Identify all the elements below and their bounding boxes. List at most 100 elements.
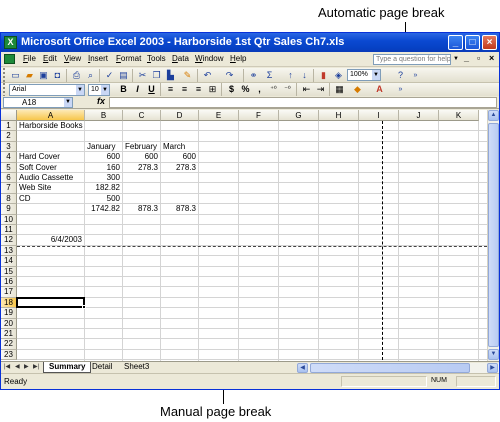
menu-help[interactable]: Help <box>230 54 246 63</box>
chart-wizard-icon[interactable]: ▮ <box>317 69 330 82</box>
cell-d3[interactable]: March <box>163 142 185 152</box>
row-header-7[interactable]: 7 <box>1 183 17 194</box>
cell-b9[interactable]: 1742.82 <box>85 204 120 214</box>
cell-b5[interactable]: 160 <box>85 163 120 173</box>
currency-button[interactable]: $ <box>225 83 238 96</box>
row-header-20[interactable]: 20 <box>1 318 17 329</box>
format-painter-icon[interactable]: ✎ <box>181 69 194 82</box>
row-header-1[interactable]: 1 <box>1 121 17 132</box>
cut-icon[interactable]: ✂ <box>136 69 149 82</box>
fill-handle[interactable] <box>82 305 86 310</box>
cell-c3[interactable]: February <box>125 142 157 152</box>
underline-button[interactable]: U <box>145 83 158 96</box>
cell-a4[interactable]: Hard Cover <box>19 152 60 162</box>
ask-question-box[interactable]: Type a question for help <box>373 54 451 65</box>
cell-c5[interactable]: 278.3 <box>123 163 158 173</box>
menu-tools[interactable]: Tools <box>147 54 166 63</box>
column-header-d[interactable]: D <box>161 110 199 121</box>
font-color-icon[interactable]: A <box>373 83 386 96</box>
sheet-tab-detail[interactable]: Detail <box>87 362 117 373</box>
cell-a8[interactable]: CD <box>19 194 31 204</box>
autosum-icon[interactable]: Σ <box>263 69 276 82</box>
close-button[interactable]: × <box>482 35 497 50</box>
research-icon[interactable]: ▤ <box>117 69 130 82</box>
row-header-2[interactable]: 2 <box>1 131 17 142</box>
menu-data[interactable]: Data <box>172 54 189 63</box>
decrease-indent-icon[interactable]: ⇤ <box>300 83 313 96</box>
workbook-icon[interactable] <box>4 54 15 64</box>
row-header-5[interactable]: 5 <box>1 162 17 173</box>
cell-b3[interactable]: January <box>87 142 115 152</box>
comma-style-icon[interactable]: , <box>253 83 266 96</box>
cell-b7[interactable]: 182.82 <box>85 183 120 193</box>
increase-decimal-icon[interactable]: ⁺⁰ <box>267 83 280 96</box>
row-header-18[interactable]: 18 <box>1 297 17 309</box>
column-header-e[interactable]: E <box>199 110 239 121</box>
percent-button[interactable]: % <box>239 83 252 96</box>
column-header-h[interactable]: H <box>319 110 359 121</box>
select-all-corner[interactable] <box>1 110 17 121</box>
menu-insert[interactable]: Insert <box>88 54 108 63</box>
formula-input[interactable] <box>109 97 497 108</box>
cell-b8[interactable]: 500 <box>85 194 120 204</box>
title-bar[interactable]: X Microsoft Office Excel 2003 - Harborsi… <box>1 33 499 52</box>
cell-c9[interactable]: 878.3 <box>123 204 158 214</box>
print-preview-icon[interactable]: ⌕ <box>84 69 97 82</box>
row-header-8[interactable]: 8 <box>1 193 17 205</box>
decrease-decimal-icon[interactable]: ⁻⁰ <box>281 83 294 96</box>
permission-icon[interactable]: ◘ <box>51 69 64 82</box>
zoom-select[interactable]: 100% ▼ <box>347 69 381 81</box>
font-size-select[interactable]: 10 ▼ <box>88 84 110 96</box>
borders-icon[interactable]: ▦ <box>333 83 346 96</box>
cell-d5[interactable]: 278.3 <box>161 163 196 173</box>
menu-view[interactable]: View <box>64 54 81 63</box>
help-icon[interactable]: ? <box>394 69 407 82</box>
cell-d9[interactable]: 878.3 <box>161 204 196 214</box>
save-icon[interactable]: ▣ <box>37 69 50 82</box>
sheet-tab-summary[interactable]: Summary <box>43 362 92 373</box>
scroll-down-icon[interactable]: ▼ <box>488 349 499 360</box>
column-header-k[interactable]: K <box>439 110 479 121</box>
row-header-15[interactable]: 15 <box>1 266 17 277</box>
new-icon[interactable]: ▭ <box>9 69 22 82</box>
cell-b4[interactable]: 600 <box>85 152 120 162</box>
cell-c4[interactable]: 600 <box>123 152 158 162</box>
cell-d4[interactable]: 600 <box>161 152 196 162</box>
first-sheet-icon[interactable]: |◀ <box>4 363 10 370</box>
toolbar-options-icon[interactable]: » <box>409 69 422 82</box>
row-header-3[interactable]: 3 <box>1 141 17 153</box>
merge-center-icon[interactable]: ⊞ <box>206 83 219 96</box>
sort-ascending-icon[interactable]: ↑ <box>284 69 297 82</box>
paste-icon[interactable]: ▙ <box>164 69 177 82</box>
name-box[interactable]: A18 ▼ <box>3 97 73 108</box>
horizontal-scrollbar[interactable]: ◀ ▶ <box>297 363 499 373</box>
align-left-icon[interactable]: ≡ <box>164 83 177 96</box>
redo-icon[interactable]: ↷ <box>223 69 236 82</box>
cell-b6[interactable]: 300 <box>85 173 120 183</box>
vertical-scroll-thumb[interactable] <box>488 123 499 347</box>
increase-indent-icon[interactable]: ⇥ <box>314 83 327 96</box>
vertical-scrollbar[interactable]: ▲ ▼ <box>487 110 499 361</box>
print-icon[interactable]: ⎙ <box>70 69 83 82</box>
cell-a12[interactable]: 6/4/2003 <box>17 235 82 245</box>
minimize-button[interactable]: _ <box>448 35 463 50</box>
doc-close-button[interactable]: × <box>489 53 494 63</box>
last-sheet-icon[interactable]: ▶| <box>33 363 39 370</box>
spelling-icon[interactable]: ✓ <box>103 69 116 82</box>
column-header-g[interactable]: G <box>279 110 319 121</box>
open-icon[interactable]: ▰ <box>23 69 36 82</box>
scroll-right-icon[interactable]: ▶ <box>487 363 498 373</box>
row-header-17[interactable]: 17 <box>1 287 17 298</box>
italic-button[interactable]: I <box>131 83 144 96</box>
column-header-i[interactable]: I <box>359 110 399 121</box>
fill-color-icon[interactable]: ◆ <box>351 83 364 96</box>
ask-dropdown-icon[interactable]: ▼ <box>453 56 459 62</box>
maximize-button[interactable]: □ <box>465 35 480 50</box>
align-right-icon[interactable]: ≡ <box>192 83 205 96</box>
bold-button[interactable]: B <box>117 83 130 96</box>
row-header-13[interactable]: 13 <box>1 245 17 257</box>
column-header-b[interactable]: B <box>85 110 123 121</box>
doc-restore-button[interactable]: ▫ <box>477 53 480 63</box>
row-header-23[interactable]: 23 <box>1 349 17 361</box>
cell-a1[interactable]: Harborside Books <box>19 121 83 131</box>
